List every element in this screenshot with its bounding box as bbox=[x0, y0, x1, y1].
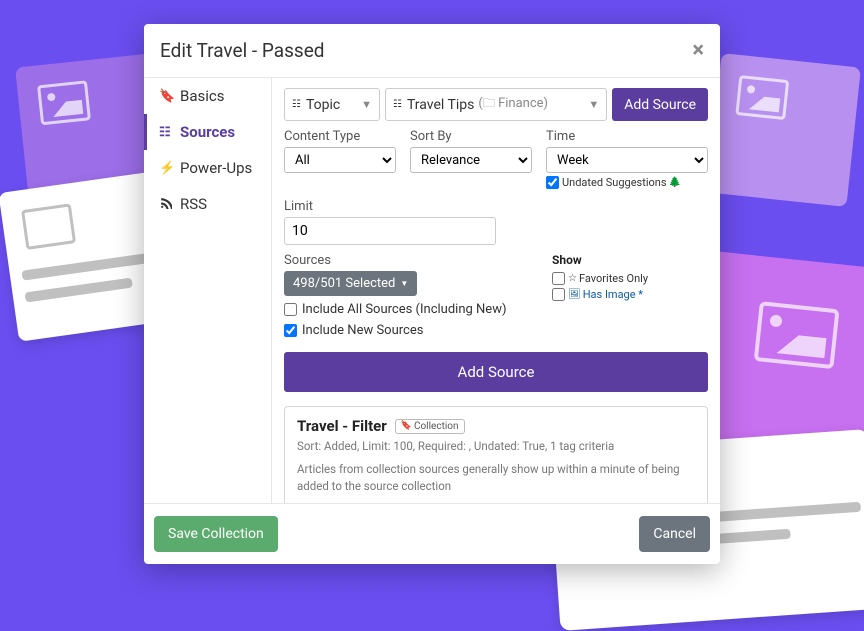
image-icon: 🖼 bbox=[568, 289, 581, 300]
undated-label: Undated Suggestions bbox=[562, 176, 667, 189]
include-all-label: Include All Sources (Including New) bbox=[302, 302, 507, 317]
add-source-button-top[interactable]: Add Source bbox=[612, 88, 708, 121]
sidebar-item-sources[interactable]: ☷ Sources bbox=[144, 114, 271, 150]
favorites-checkbox[interactable] bbox=[552, 272, 565, 285]
caret-down-icon: ▼ bbox=[400, 279, 408, 288]
sidebar-item-label: Basics bbox=[180, 87, 225, 105]
sources-selected-label: 498/501 Selected bbox=[293, 276, 395, 291]
list-icon: ☷ bbox=[393, 99, 402, 110]
sources-label: Sources bbox=[284, 253, 552, 268]
edit-collection-modal: Edit Travel - Passed × 🔖 Basics ☷ Source… bbox=[144, 24, 720, 564]
collection-badge: 🔖Collection bbox=[395, 419, 465, 434]
card-title: Travel - Filter bbox=[297, 417, 387, 435]
chevron-down-icon: ▼ bbox=[361, 98, 372, 111]
limit-input[interactable] bbox=[284, 217, 496, 245]
list-icon: ☷ bbox=[292, 99, 301, 110]
include-all-checkbox[interactable] bbox=[284, 303, 297, 316]
source-card: Travel - Filter 🔖Collection Sort: Added,… bbox=[284, 406, 708, 503]
topic-dropdown[interactable]: ☷ Topic ▼ bbox=[284, 88, 380, 121]
star-icon: ☆ bbox=[568, 273, 577, 284]
include-new-checkbox[interactable] bbox=[284, 324, 297, 337]
sidebar-item-rss[interactable]: RSS bbox=[144, 186, 271, 222]
has-image-checkbox[interactable] bbox=[552, 288, 565, 301]
modal-header: Edit Travel - Passed × bbox=[144, 24, 720, 78]
time-label: Time bbox=[546, 129, 708, 144]
subtopic-label: Travel Tips bbox=[407, 97, 474, 113]
folder-icon: 🗀 bbox=[483, 96, 495, 110]
content-type-select[interactable]: All bbox=[284, 147, 396, 173]
include-new-label: Include New Sources bbox=[302, 323, 423, 338]
sidebar: 🔖 Basics ☷ Sources ⚡ Power-Ups RSS bbox=[144, 78, 272, 503]
bg-decoration bbox=[707, 53, 861, 207]
bookmark-icon: 🔖 bbox=[401, 421, 412, 431]
has-image-label: Has Image * bbox=[583, 288, 643, 301]
modal-footer: Save Collection Cancel bbox=[144, 504, 720, 564]
bolt-icon: ⚡ bbox=[159, 161, 173, 176]
sidebar-item-powerups[interactable]: ⚡ Power-Ups bbox=[144, 150, 271, 186]
sidebar-item-label: Sources bbox=[180, 123, 235, 141]
tree-icon: 🌲 bbox=[669, 177, 681, 188]
list-icon: ☷ bbox=[159, 125, 173, 140]
card-subtitle: Sort: Added, Limit: 100, Required: , Und… bbox=[297, 439, 695, 453]
close-button[interactable]: × bbox=[692, 38, 704, 63]
save-collection-button[interactable]: Save Collection bbox=[154, 516, 278, 552]
limit-label: Limit bbox=[284, 199, 708, 214]
sidebar-item-label: RSS bbox=[180, 195, 207, 213]
time-select[interactable]: Week bbox=[546, 147, 708, 173]
sort-by-select[interactable]: Relevance bbox=[410, 147, 532, 173]
content-panel: ☷ Topic ▼ ☷ Travel Tips (🗀 Finance) ▼ Ad… bbox=[272, 78, 720, 503]
sidebar-item-label: Power-Ups bbox=[180, 159, 252, 177]
sidebar-item-basics[interactable]: 🔖 Basics bbox=[144, 78, 271, 114]
favorites-label: Favorites Only bbox=[579, 272, 648, 285]
show-label: Show bbox=[552, 253, 708, 267]
sources-selected-dropdown[interactable]: 498/501 Selected ▼ bbox=[284, 271, 417, 296]
subtopic-dropdown[interactable]: ☷ Travel Tips (🗀 Finance) ▼ bbox=[385, 88, 607, 121]
topic-label: Topic bbox=[306, 97, 340, 113]
cancel-button[interactable]: Cancel bbox=[639, 516, 710, 552]
card-description: Articles from collection sources general… bbox=[297, 461, 695, 496]
chevron-down-icon: ▼ bbox=[588, 98, 599, 111]
rss-icon bbox=[159, 196, 173, 213]
add-source-button-big[interactable]: Add Source bbox=[284, 352, 708, 392]
undated-checkbox[interactable] bbox=[546, 176, 559, 189]
content-type-label: Content Type bbox=[284, 129, 396, 144]
modal-title: Edit Travel - Passed bbox=[160, 39, 325, 62]
subtopic-category: (🗀 Finance) bbox=[478, 94, 548, 115]
bookmark-icon: 🔖 bbox=[159, 89, 173, 104]
sort-by-label: Sort By bbox=[410, 129, 532, 144]
